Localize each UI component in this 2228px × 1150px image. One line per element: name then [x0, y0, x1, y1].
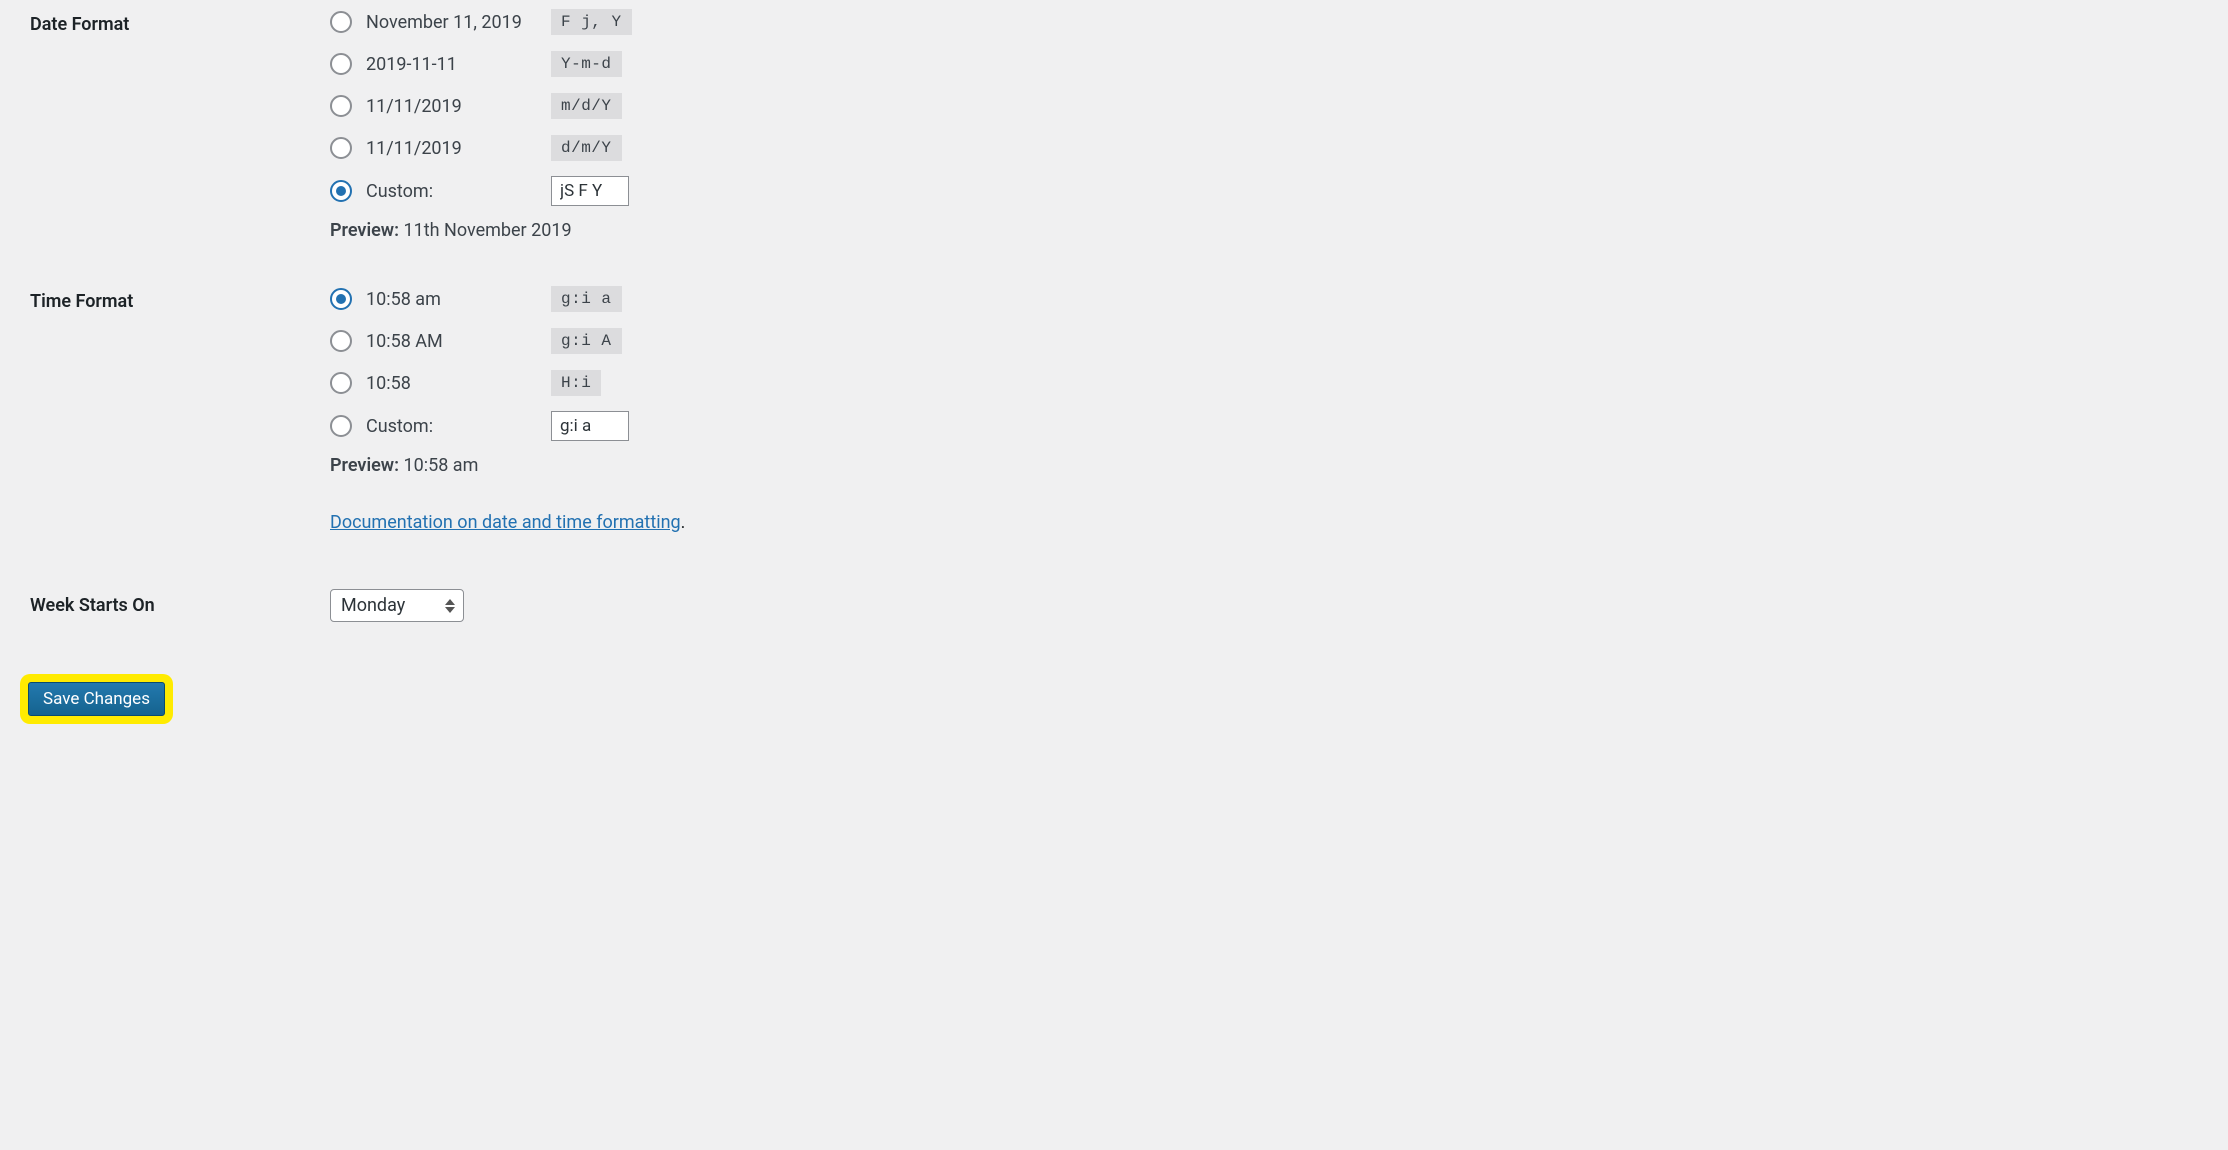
time-format-custom-label[interactable]: Custom: — [366, 416, 551, 437]
date-format-label-0[interactable]: November 11, 2019 — [366, 12, 551, 33]
date-format-custom-input[interactable] — [551, 176, 629, 206]
date-format-code-2: m/d/Y — [551, 93, 622, 119]
time-format-heading: Time Format — [0, 265, 300, 553]
date-format-radio-3[interactable] — [330, 137, 352, 159]
time-format-radio-0[interactable] — [330, 288, 352, 310]
date-format-radio-2[interactable] — [330, 95, 352, 117]
date-format-preview: Preview: 11th November 2019 — [330, 220, 2218, 241]
date-format-code-3: d/m/Y — [551, 135, 622, 161]
time-format-code-0: g:i a — [551, 286, 622, 312]
date-format-radio-0[interactable] — [330, 11, 352, 33]
date-format-code-0: F j, Y — [551, 9, 632, 35]
time-format-label-1[interactable]: 10:58 AM — [366, 331, 551, 352]
time-format-radio-1[interactable] — [330, 330, 352, 352]
date-format-heading: Date Format — [0, 0, 300, 265]
date-format-custom-label[interactable]: Custom: — [366, 181, 551, 202]
time-format-label-0[interactable]: 10:58 am — [366, 289, 551, 310]
save-highlight: Save Changes — [20, 674, 173, 724]
time-format-custom-input[interactable] — [551, 411, 629, 441]
time-format-code-2: H:i — [551, 370, 601, 396]
time-format-preview: Preview: 10:58 am — [330, 455, 2218, 476]
date-format-radio-1[interactable] — [330, 53, 352, 75]
time-format-label-2[interactable]: 10:58 — [366, 373, 551, 394]
save-button[interactable]: Save Changes — [28, 682, 165, 716]
doc-link-row: Documentation on date and time formattin… — [330, 512, 2218, 533]
date-format-label-3[interactable]: 11/11/2019 — [366, 138, 551, 159]
week-starts-select[interactable]: Monday — [331, 590, 463, 621]
date-format-radio-custom[interactable] — [330, 180, 352, 202]
date-format-label-2[interactable]: 11/11/2019 — [366, 96, 551, 117]
doc-link[interactable]: Documentation on date and time formattin… — [330, 512, 681, 533]
time-format-radio-2[interactable] — [330, 372, 352, 394]
week-starts-heading: Week Starts On — [0, 553, 300, 642]
time-format-code-1: g:i A — [551, 328, 622, 354]
time-format-radio-custom[interactable] — [330, 415, 352, 437]
date-format-code-1: Y-m-d — [551, 51, 622, 77]
date-format-label-1[interactable]: 2019-11-11 — [366, 54, 551, 75]
